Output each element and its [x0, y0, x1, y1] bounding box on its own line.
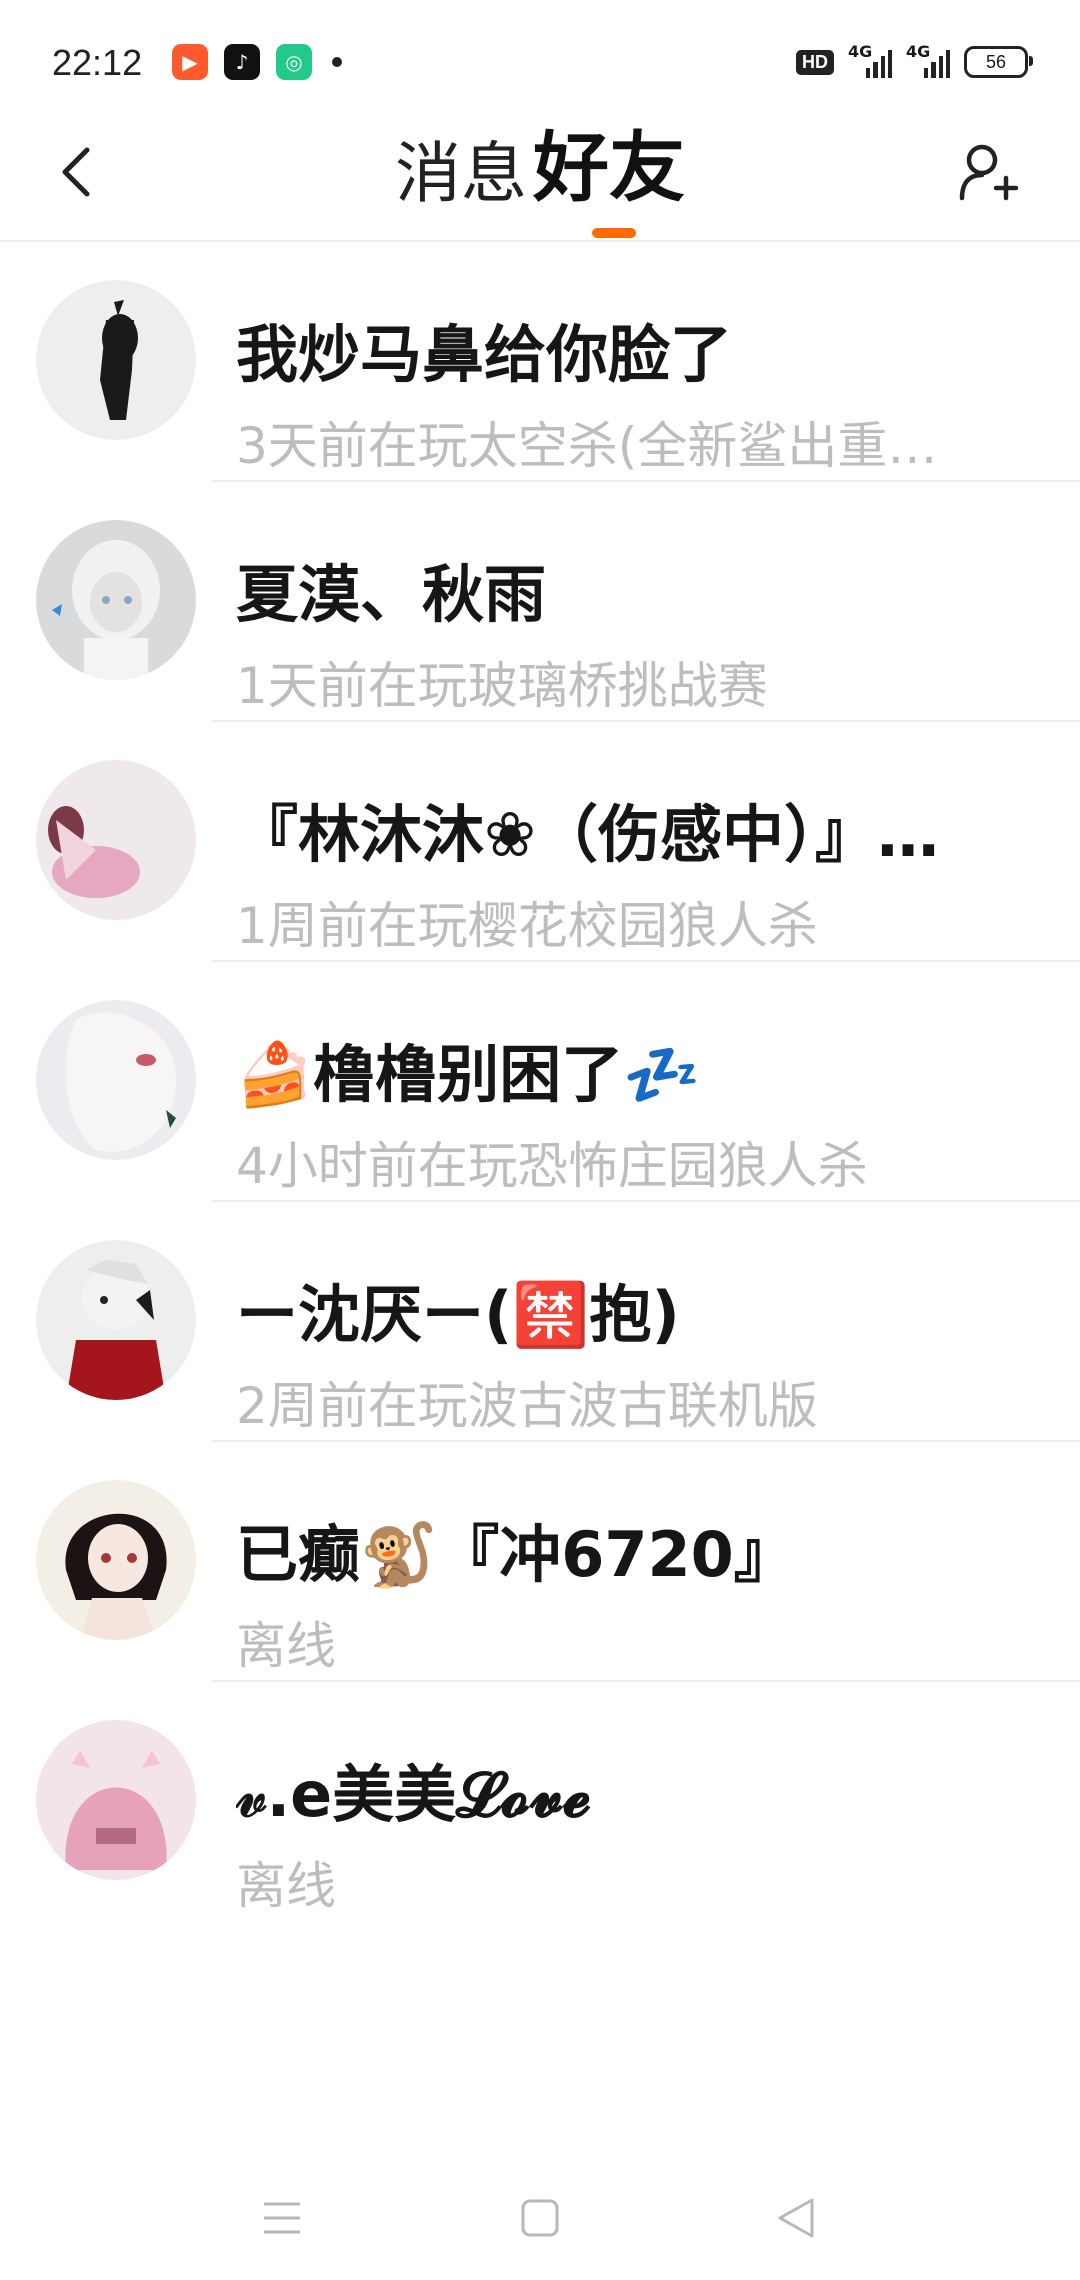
friend-name: 我炒马鼻给你脸了	[236, 318, 733, 391]
avatar	[36, 1000, 196, 1160]
hd-voice-badge: HD	[796, 49, 834, 75]
signal-icon-2: 4G	[906, 42, 950, 78]
home-button[interactable]	[510, 2188, 570, 2248]
friend-item[interactable]: 我炒马鼻给你脸了 3天前在玩太空杀(全新鲨出重…	[0, 242, 1080, 482]
avatar	[36, 1240, 196, 1400]
friend-item[interactable]: 已癫🐒『冲6720』 离线	[0, 1442, 1080, 1682]
friend-name: 夏漠、秋雨	[236, 558, 547, 631]
battery-icon: 56	[964, 46, 1033, 78]
system-nav-bar	[0, 2160, 1080, 2280]
friend-item[interactable]: 『林沐沐❀（伤感中）』… 1周前在玩樱花校园狼人杀	[0, 722, 1080, 962]
tab-messages[interactable]: 消息	[395, 120, 527, 216]
friend-name: 𝓋.e美美𝓛𝓸𝓿𝓮	[236, 1758, 591, 1831]
system-back-button[interactable]	[766, 2188, 826, 2248]
friend-name: 『林沐沐❀（伤感中）』…	[236, 798, 939, 871]
recent-apps-button[interactable]	[252, 2188, 312, 2248]
friend-status: 1周前在玩樱花校园狼人杀	[236, 897, 818, 955]
avatar	[36, 760, 196, 920]
status-time: 22:12	[52, 42, 143, 83]
game-app-icon: ◎	[276, 44, 312, 80]
more-notifications-dot	[332, 57, 342, 67]
notification-icons: ▶ ♪ ◎	[172, 44, 342, 80]
friend-list: 我炒马鼻给你脸了 3天前在玩太空杀(全新鲨出重… 夏漠、秋雨 1天前在玩玻璃桥挑…	[0, 242, 1080, 1922]
back-triangle-icon	[778, 2198, 814, 2238]
friend-item[interactable]: 𝓋.e美美𝓛𝓸𝓿𝓮 离线	[0, 1682, 1080, 1922]
add-friend-button[interactable]	[950, 134, 1026, 210]
active-tab-indicator	[592, 228, 636, 238]
friend-status: 4小时前在玩恐怖庄园狼人杀	[236, 1137, 868, 1195]
friend-item[interactable]: 夏漠、秋雨 1天前在玩玻璃桥挑战赛	[0, 482, 1080, 722]
friend-name: 已癫🐒『冲6720』	[236, 1518, 796, 1591]
add-user-icon	[959, 144, 1019, 201]
avatar	[36, 280, 196, 440]
friend-status: 离线	[236, 1857, 336, 1915]
tiktok-icon: ♪	[224, 44, 260, 80]
header: 消息 好友	[0, 120, 1080, 242]
avatar	[36, 1720, 196, 1880]
tab-bar: 消息 好友	[0, 120, 1080, 216]
friend-status: 2周前在玩波古波古联机版	[236, 1377, 818, 1435]
status-indicators: HD 4G 4G 56	[796, 42, 1033, 78]
friend-item[interactable]: 🍰橹橹别困了💤 4小时前在玩恐怖庄园狼人杀	[0, 962, 1080, 1202]
kuaishou-icon: ▶	[172, 44, 208, 80]
menu-icon	[264, 2202, 300, 2234]
friend-name: ー沈厌ー(🈲抱)	[236, 1278, 680, 1351]
avatar	[36, 520, 196, 680]
signal-icon-1: 4G	[848, 42, 892, 78]
friend-name: 🍰橹橹别困了💤	[236, 1038, 701, 1111]
home-icon	[521, 2199, 559, 2237]
friend-status: 1天前在玩玻璃桥挑战赛	[236, 657, 768, 715]
tab-friends[interactable]: 好友	[533, 106, 685, 216]
friend-status: 离线	[236, 1617, 336, 1675]
avatar	[36, 1480, 196, 1640]
status-bar: 22:12 ▶ ♪ ◎ HD 4G 4G 56	[0, 0, 1080, 120]
friend-item[interactable]: ー沈厌ー(🈲抱) 2周前在玩波古波古联机版	[0, 1202, 1080, 1442]
friend-status: 3天前在玩太空杀(全新鲨出重…	[236, 417, 938, 475]
